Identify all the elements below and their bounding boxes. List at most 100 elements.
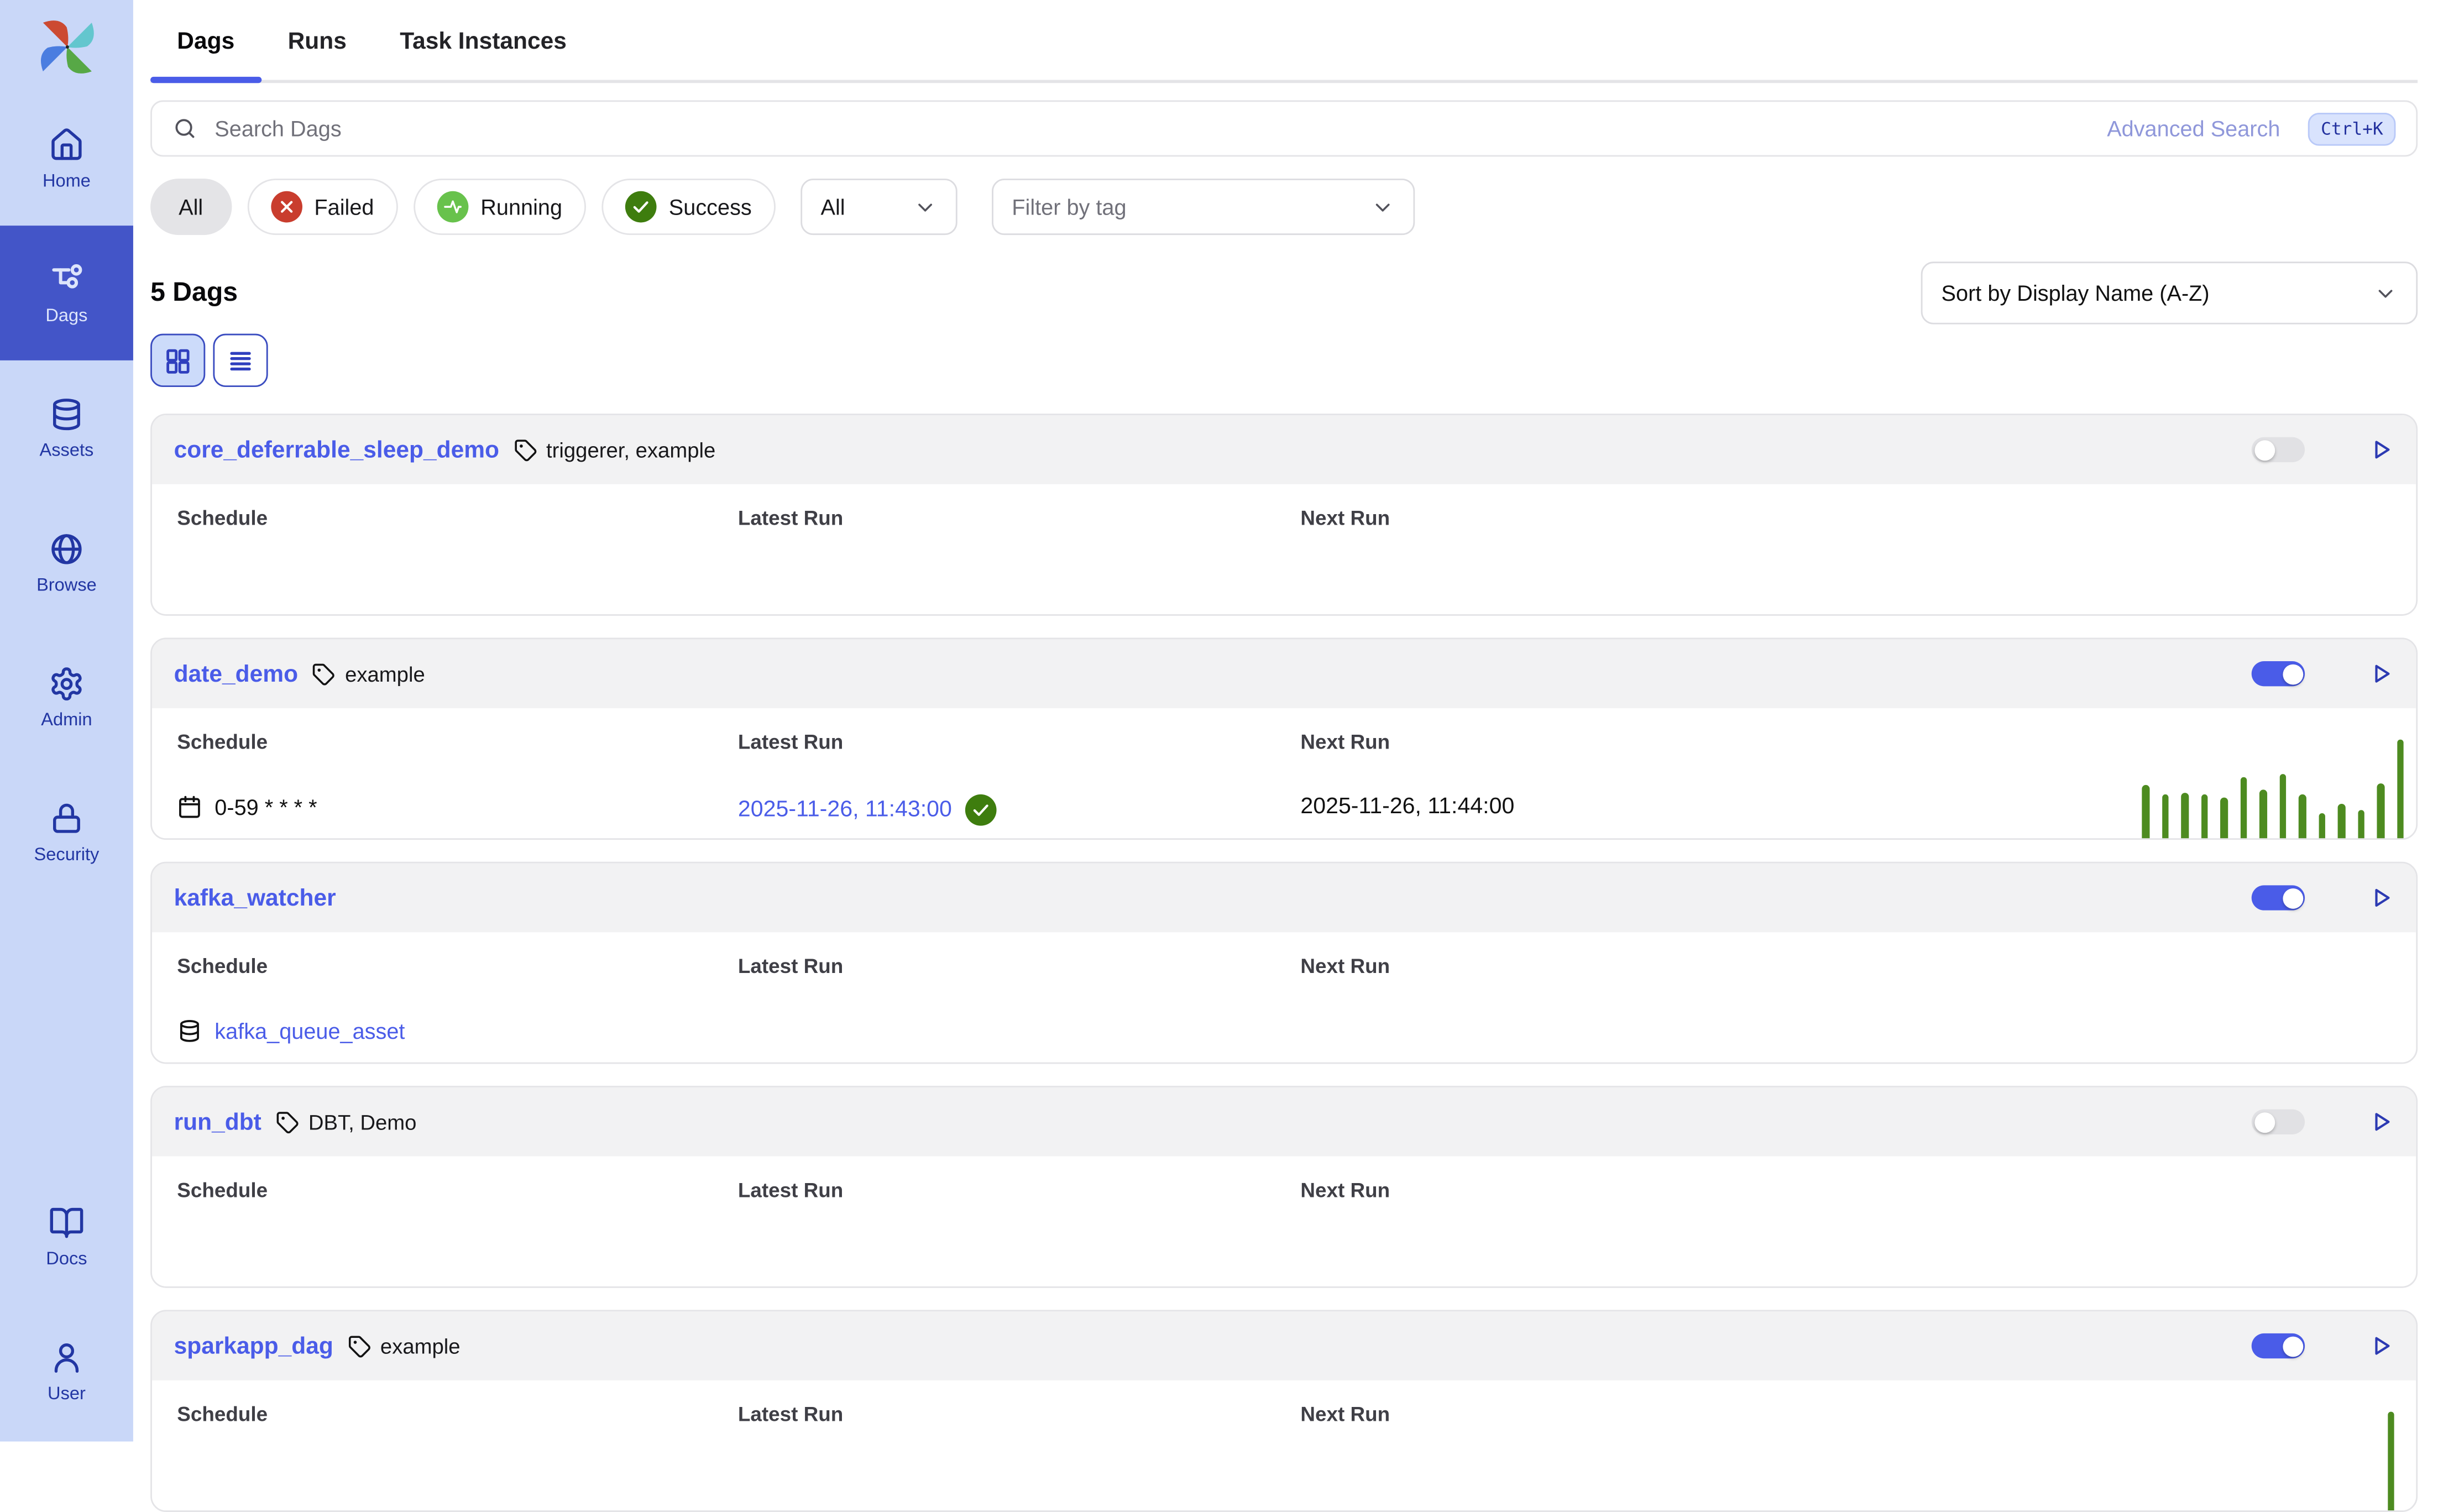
dag-name-link[interactable]: core_deferrable_sleep_demo: [174, 436, 499, 463]
dag-card-body: Schedule 0-59 * * * * Latest Run 2025-11…: [152, 708, 2416, 840]
sidebar-item-user[interactable]: User: [0, 1304, 133, 1438]
run-duration-bar[interactable]: [2201, 794, 2208, 840]
dag-card-header: core_deferrable_sleep_demo triggerer, ex…: [152, 415, 2416, 484]
dag-tags: example: [312, 662, 425, 686]
run-duration-bar[interactable]: [2162, 794, 2169, 840]
latest-run-value: 2025-11-26, 11:43:00: [738, 794, 1300, 826]
dag-name-link[interactable]: run_dbt: [174, 1108, 261, 1135]
airflow-app: Home Dags Assets Browse Admin Security D…: [0, 0, 2438, 1441]
schedule-column: Schedule: [177, 1178, 738, 1288]
run-duration-bar[interactable]: [2220, 798, 2227, 840]
trigger-dag-button[interactable]: [2369, 1333, 2394, 1358]
search-input[interactable]: [212, 114, 2093, 143]
sort-select[interactable]: Sort by Display Name (A-Z): [1921, 261, 2418, 324]
run-duration-bar[interactable]: [2299, 794, 2306, 840]
tab-runs[interactable]: Runs: [261, 25, 373, 80]
latest-run-header: Latest Run: [738, 954, 1300, 978]
run-duration-bar[interactable]: [2377, 783, 2384, 840]
dag-name-link[interactable]: sparkapp_dag: [174, 1332, 333, 1359]
tab-dags[interactable]: Dags: [150, 25, 261, 80]
sidebar-item-label: Browse: [36, 576, 97, 595]
schedule-asset-link[interactable]: kafka_queue_asset: [214, 1018, 405, 1043]
sidebar-item-label: Admin: [41, 710, 92, 729]
run-duration-bar[interactable]: [2142, 785, 2149, 840]
sidebar-item-security[interactable]: Security: [0, 765, 133, 899]
chevron-down-icon: [2374, 281, 2398, 305]
tag-icon: [514, 438, 537, 462]
toggle-knob: [2254, 1112, 2274, 1132]
run-duration-bar[interactable]: [2279, 774, 2286, 840]
house-icon: [49, 126, 85, 162]
advanced-search-link[interactable]: Advanced Search: [2107, 116, 2280, 141]
trigger-dag-button[interactable]: [2369, 1110, 2394, 1134]
schedule-text: 0-59 * * * *: [214, 794, 317, 819]
sidebar-item-admin[interactable]: Admin: [0, 630, 133, 765]
sidebar-item-docs[interactable]: Docs: [0, 1169, 133, 1304]
dag-pause-toggle[interactable]: [2252, 1333, 2305, 1358]
filter-chip-success[interactable]: Success: [601, 179, 775, 235]
next-run-header: Next Run: [1300, 1178, 2391, 1202]
tag-filter-placeholder: Filter by tag: [1012, 194, 1126, 219]
sidebar-item-label: Docs: [46, 1249, 87, 1268]
run-duration-bar[interactable]: [2387, 1412, 2394, 1512]
sidebar-item-assets[interactable]: Assets: [0, 360, 133, 495]
dag-card-header: date_demo example: [152, 639, 2416, 708]
dag-card-header: run_dbt DBT, Demo: [152, 1087, 2416, 1157]
trigger-dag-button[interactable]: [2369, 885, 2394, 910]
run-duration-bar[interactable]: [2397, 740, 2404, 840]
run-history-chart: [2387, 1412, 2394, 1512]
sidebar-footer: Docs User: [0, 1169, 133, 1441]
next-run-column: Next Run: [1300, 1178, 2391, 1288]
sidebar-item-label: Assets: [40, 441, 94, 460]
grid-view-button[interactable]: [150, 334, 205, 387]
sidebar: Home Dags Assets Browse Admin Security D…: [0, 0, 133, 1441]
tag-icon: [312, 662, 336, 686]
list-view-button[interactable]: [213, 334, 268, 387]
dag-name-link[interactable]: kafka_watcher: [174, 885, 336, 911]
sidebar-item-browse[interactable]: Browse: [0, 495, 133, 630]
latest-run-column: Latest Run: [738, 1403, 1300, 1512]
tag-filter-select[interactable]: Filter by tag: [991, 179, 1414, 235]
database-icon: [49, 396, 85, 432]
sidebar-item-label: Security: [34, 845, 100, 864]
dag-pause-toggle[interactable]: [2252, 1110, 2305, 1134]
running-icon: [437, 191, 468, 223]
dag-card-body: Schedule Latest Run Next Run: [152, 1157, 2416, 1288]
latest-run-link[interactable]: 2025-11-26, 11:43:00: [738, 798, 952, 823]
tab-task-instances[interactable]: Task Instances: [373, 25, 593, 80]
run-duration-bar[interactable]: [2240, 777, 2247, 840]
globe-icon: [49, 530, 85, 566]
sidebar-item-home[interactable]: Home: [0, 91, 133, 226]
latest-run-header: Latest Run: [738, 506, 1300, 530]
sidebar-item-label: Dags: [45, 306, 87, 325]
dag-card-body: Schedule Latest Run Next Run: [152, 1380, 2416, 1512]
dag-pause-toggle[interactable]: [2252, 661, 2305, 686]
limit-select[interactable]: All: [801, 179, 957, 235]
sidebar-item-label: Home: [43, 171, 91, 190]
filter-chip-failed[interactable]: Failed: [247, 179, 397, 235]
schedule-value: kafka_queue_asset: [177, 1018, 738, 1043]
schedule-icon: [177, 1018, 202, 1043]
toggle-knob: [2282, 663, 2303, 684]
next-run-column: Next Run: [1300, 1403, 2391, 1512]
toggle-knob: [2282, 888, 2303, 908]
filter-chip-running[interactable]: Running: [413, 179, 585, 235]
chevron-down-icon: [1370, 195, 1394, 219]
run-duration-bar[interactable]: [2318, 813, 2325, 840]
sort-select-value: Sort by Display Name (A-Z): [1942, 280, 2210, 305]
run-duration-bar[interactable]: [2259, 789, 2267, 840]
run-duration-bar[interactable]: [2181, 793, 2188, 840]
dag-name-link[interactable]: date_demo: [174, 661, 298, 687]
search-bar: Advanced Search Ctrl+K: [150, 100, 2418, 156]
dag-pause-toggle[interactable]: [2252, 437, 2305, 462]
filter-chip-all[interactable]: All: [150, 179, 231, 235]
lock-icon: [49, 800, 85, 836]
trigger-dag-button[interactable]: [2369, 661, 2394, 686]
airflow-logo[interactable]: [34, 14, 100, 80]
run-duration-bar[interactable]: [2357, 810, 2364, 840]
run-duration-bar[interactable]: [2338, 804, 2345, 840]
sidebar-item-dags[interactable]: Dags: [0, 226, 133, 360]
trigger-dag-button[interactable]: [2369, 437, 2394, 462]
dag-pause-toggle[interactable]: [2252, 885, 2305, 910]
filter-chip-label: Running: [480, 194, 562, 219]
